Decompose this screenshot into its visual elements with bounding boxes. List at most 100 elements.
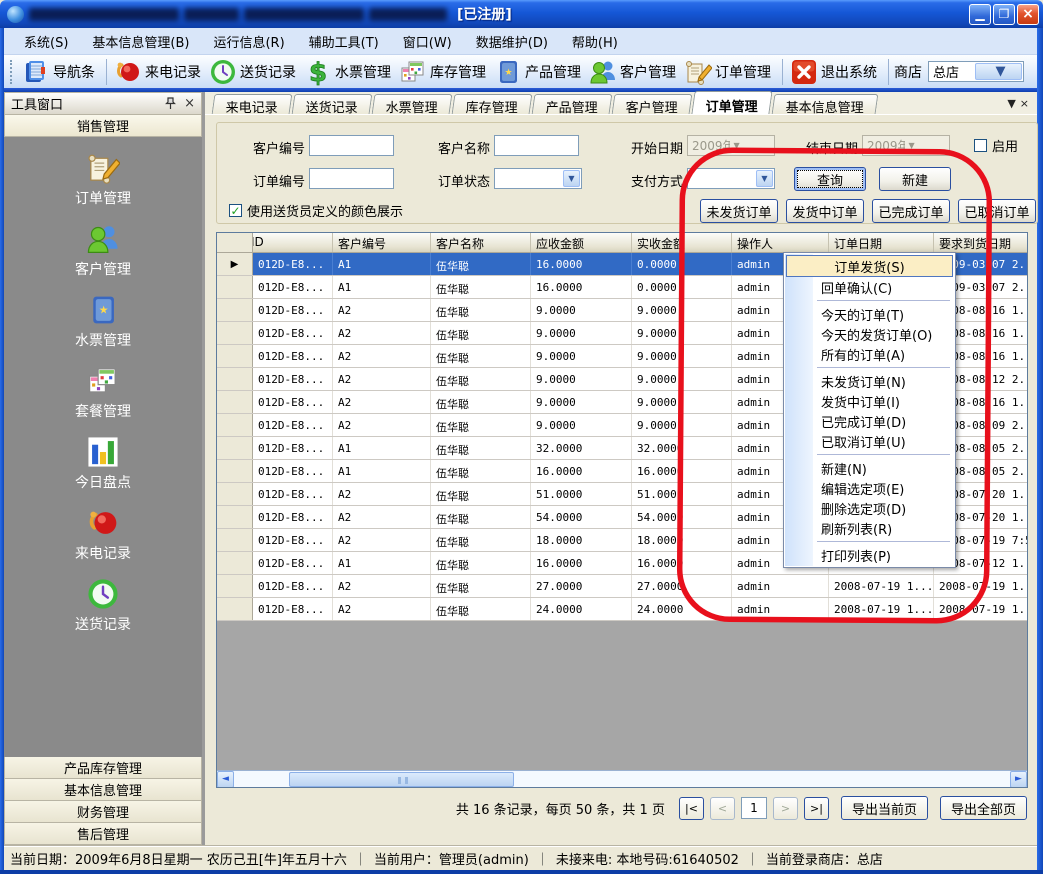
- sidebar-item-water-ticket-mgmt[interactable]: ★ 水票管理: [75, 293, 131, 350]
- cell-customer-name[interactable]: 伍华聪: [431, 552, 531, 574]
- shipping-orders-button[interactable]: 发货中订单: [786, 199, 864, 223]
- last-page-button[interactable]: >|: [804, 797, 829, 820]
- menu-item[interactable]: 辅助工具(T): [297, 28, 391, 55]
- tab-dropdown-icon[interactable]: ▼: [1007, 97, 1015, 110]
- toolbar-item-customer[interactable]: 客户管理: [587, 56, 682, 88]
- cell-received[interactable]: 54.0000: [632, 506, 732, 528]
- cell-customer-no[interactable]: A2: [333, 483, 431, 505]
- cell-received[interactable]: 16.0000: [632, 552, 732, 574]
- cell-id[interactable]: 012D-E8...: [253, 345, 333, 367]
- close-button[interactable]: ×: [1017, 4, 1039, 25]
- enable-checkbox[interactable]: 启用: [974, 136, 1018, 155]
- menu-item[interactable]: 运行信息(R): [201, 28, 296, 55]
- cell-received[interactable]: 24.0000: [632, 598, 732, 620]
- horizontal-scrollbar[interactable]: ◄ ►: [217, 770, 1027, 787]
- scrollbar-track[interactable]: [234, 771, 1010, 788]
- scroll-left-icon[interactable]: ◄: [217, 771, 234, 788]
- sidebar-section-1[interactable]: 基本信息管理: [4, 779, 202, 801]
- cell-customer-no[interactable]: A1: [333, 437, 431, 459]
- checkbox-check-icon[interactable]: ✓: [229, 204, 242, 217]
- cell-id[interactable]: 012D-E8...: [253, 460, 333, 482]
- column-header-0[interactable]: ID: [253, 233, 333, 252]
- cell-id[interactable]: 012D-E8...: [253, 414, 333, 436]
- shop-combobox[interactable]: 总店 ▼: [928, 61, 1024, 82]
- context-menu-item[interactable]: 删除选定项(D): [785, 498, 954, 518]
- cell-received[interactable]: 51.0000: [632, 483, 732, 505]
- column-header-5[interactable]: 操作人: [732, 233, 829, 252]
- cell-id[interactable]: 012D-E8...: [253, 575, 333, 597]
- toolbar-item-order[interactable]: 订单管理: [682, 56, 777, 88]
- row-selector[interactable]: [217, 276, 253, 298]
- cell-received[interactable]: 9.0000: [632, 345, 732, 367]
- cell-customer-name[interactable]: 伍华聪: [431, 575, 531, 597]
- scrollbar-thumb[interactable]: [289, 772, 514, 787]
- cell-receivable[interactable]: 16.0000: [531, 460, 632, 482]
- context-menu-item[interactable]: 今天的发货订单(O): [785, 324, 954, 344]
- cell-id[interactable]: 012D-E8...: [253, 552, 333, 574]
- menu-item[interactable]: 系统(S): [12, 28, 80, 55]
- toolbar-item-call-log[interactable]: 来电记录: [112, 56, 207, 88]
- cell-customer-name[interactable]: 伍华聪: [431, 345, 531, 367]
- sidebar-section-sales[interactable]: 销售管理: [4, 115, 202, 137]
- cell-received[interactable]: 27.0000: [632, 575, 732, 597]
- tab-close-icon[interactable]: ×: [1020, 97, 1029, 110]
- cell-receivable[interactable]: 16.0000: [531, 276, 632, 298]
- minimize-button[interactable]: ▁: [969, 4, 991, 25]
- menu-item[interactable]: 窗口(W): [391, 28, 464, 55]
- column-header-2[interactable]: 客户名称: [431, 233, 531, 252]
- cell-receivable[interactable]: 16.0000: [531, 253, 632, 275]
- cell-customer-name[interactable]: 伍华聪: [431, 460, 531, 482]
- cell-order-date[interactable]: 2008-07-19 1...: [829, 575, 934, 597]
- cell-customer-no[interactable]: A2: [333, 506, 431, 528]
- maximize-button[interactable]: ❐: [993, 4, 1015, 25]
- cell-id[interactable]: 012D-E8...: [253, 368, 333, 390]
- toolbar-item-navigator[interactable]: 导航条: [20, 56, 101, 88]
- cell-id[interactable]: 012D-E8...: [253, 529, 333, 551]
- tab-2[interactable]: 水票管理: [372, 94, 453, 114]
- row-selector[interactable]: [217, 506, 253, 528]
- cell-receivable[interactable]: 9.0000: [531, 322, 632, 344]
- cancelled-orders-button[interactable]: 已取消订单: [958, 199, 1036, 223]
- cell-id[interactable]: 012D-E8...: [253, 506, 333, 528]
- sidebar-item-order-mgmt[interactable]: 订单管理: [75, 151, 131, 208]
- row-selector[interactable]: [217, 575, 253, 597]
- new-button[interactable]: 新建: [879, 167, 951, 191]
- customer-name-input[interactable]: [494, 135, 579, 156]
- sidebar-section-2[interactable]: 财务管理: [4, 801, 202, 823]
- cell-customer-no[interactable]: A1: [333, 253, 431, 275]
- column-header-7[interactable]: 要求到货日期: [934, 233, 1028, 252]
- column-header-3[interactable]: 应收金额: [531, 233, 632, 252]
- cell-customer-no[interactable]: A2: [333, 575, 431, 597]
- color-display-checkbox[interactable]: ✓ 使用送货员定义的颜色展示: [229, 201, 403, 220]
- column-header-1[interactable]: 客户编号: [333, 233, 431, 252]
- tab-0[interactable]: 来电记录: [212, 94, 293, 114]
- table-row[interactable]: 012D-E8...A2伍华聪24.000024.0000admin2008-0…: [217, 598, 1027, 621]
- next-page-button[interactable]: >: [773, 797, 798, 820]
- context-menu-item[interactable]: 发货中订单(I): [785, 391, 954, 411]
- row-selector[interactable]: [217, 437, 253, 459]
- context-menu-item[interactable]: 编辑选定项(E): [785, 478, 954, 498]
- customer-no-input[interactable]: [309, 135, 394, 156]
- column-header-4[interactable]: 实收金额: [632, 233, 732, 252]
- cell-customer-no[interactable]: A2: [333, 391, 431, 413]
- cell-receivable[interactable]: 24.0000: [531, 598, 632, 620]
- cell-id[interactable]: 012D-E8...: [253, 322, 333, 344]
- first-page-button[interactable]: |<: [679, 797, 704, 820]
- sidebar-section-3[interactable]: 售后管理: [4, 823, 202, 845]
- row-selector[interactable]: ▶: [217, 253, 253, 275]
- row-selector[interactable]: [217, 552, 253, 574]
- cell-customer-no[interactable]: A2: [333, 598, 431, 620]
- tool-window-close-icon[interactable]: ×: [184, 96, 195, 111]
- tab-6[interactable]: 订单管理: [691, 91, 772, 114]
- cell-customer-no[interactable]: A2: [333, 414, 431, 436]
- cell-customer-name[interactable]: 伍华聪: [431, 598, 531, 620]
- cell-receivable[interactable]: 51.0000: [531, 483, 632, 505]
- cell-customer-no[interactable]: A2: [333, 299, 431, 321]
- cell-customer-no[interactable]: A2: [333, 322, 431, 344]
- sidebar-item-call-log[interactable]: 来电记录: [75, 506, 131, 563]
- cell-customer-name[interactable]: 伍华聪: [431, 299, 531, 321]
- sidebar-item-today-check[interactable]: 今日盘点: [75, 435, 131, 492]
- order-status-combobox[interactable]: ▼: [494, 168, 582, 189]
- cell-receivable[interactable]: 54.0000: [531, 506, 632, 528]
- cell-customer-name[interactable]: 伍华聪: [431, 322, 531, 344]
